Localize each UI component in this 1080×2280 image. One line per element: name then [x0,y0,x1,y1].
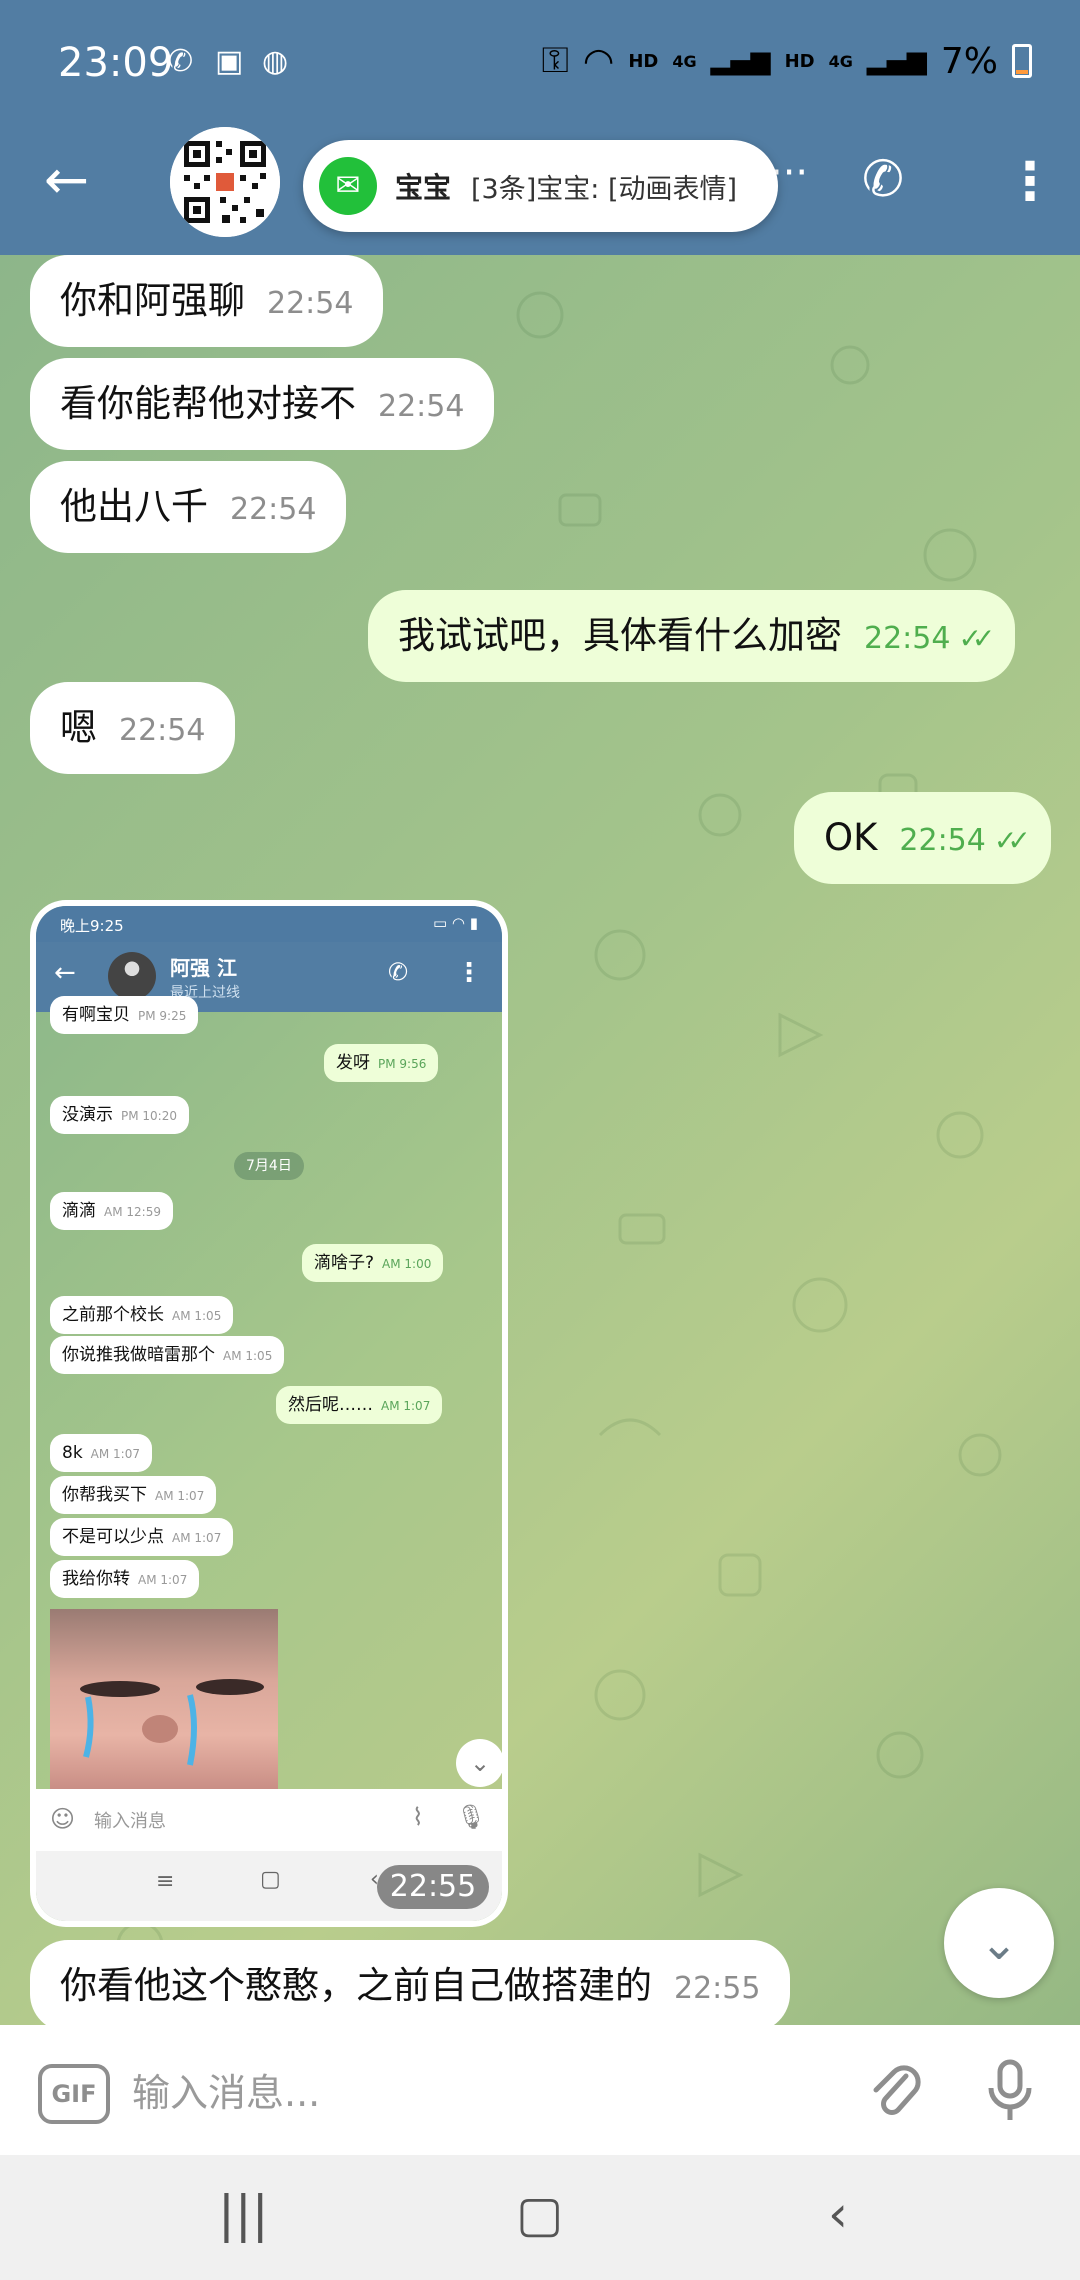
message-bubble[interactable]: 我试试吧，具体看什么加密 22:54 ✓✓ [368,590,1016,682]
battery-percent: 7% [940,40,998,82]
message-input[interactable]: 输入消息... [132,2062,320,2117]
chevron-down-icon: ⌄ [456,1739,502,1787]
hd-label-1: HD [628,50,659,72]
arrow-left-icon[interactable]: ← [44,150,104,210]
message-bubble[interactable]: 他出八千 22:54 [30,461,347,553]
microphone-icon[interactable] [985,2058,1035,2137]
notification-message: [3条]宝宝: [动画表情] [471,173,738,205]
screenshot-message: 滴啥子? AM 1:00 [302,1244,444,1282]
status-time: 23:09 [58,40,174,86]
screenshot-input-placeholder: 输入消息 [94,1811,166,1832]
message-bubble[interactable]: OK 22:54 ✓✓ [794,792,1051,884]
screenshot-image[interactable]: 晚上9:25 ▭ ◠ ▮ ← 阿强 江 最近上过线 ✆ ⋮ 有啊宝贝 PM 9:2… [36,906,502,1921]
notification-sender: 宝宝 [395,171,452,204]
message-time: 22:54 [378,389,465,424]
network-label-1: 4G [672,51,697,71]
phone-icon[interactable]: ✆ [862,150,904,208]
vpn-key-icon: ⚿ [541,40,569,81]
screenshot-message: 不是可以少点 AM 1:07 [50,1518,234,1556]
read-check-icon: ✓✓ [958,622,995,655]
wechat-notification-popup[interactable]: ✉ 宝宝 [3条]宝宝: [动画表情] [303,140,778,232]
screenshot-status-icons: ▭ ◠ ▮ [432,914,478,932]
message-text: 看你能帮他对接不 [60,382,356,425]
back-icon[interactable]: ‹ [828,2185,848,2243]
recent-apps-icon: ≡ [156,1869,175,1894]
screenshot-chat: 有啊宝贝 PM 9:25 发呀 PM 9:56 没演示 PM 10:20 7月4日 滴… [36,996,502,1789]
wechat-notification-icon: ✆ [168,44,194,79]
message-time: 22:54 [864,621,951,656]
network-label-2: 4G [828,51,853,71]
image-time: 22:55 [377,1865,489,1909]
recent-apps-icon[interactable]: ||| [218,2185,269,2243]
more-vertical-icon: ⋮ [456,958,482,988]
message-text: 他出八千 [60,485,208,528]
screenshot-photo [50,1609,278,1789]
screenshot-message: 之前那个校长 AM 1:05 [50,1296,234,1334]
hd-label-2: HD [784,50,815,72]
screenshot-message: 有啊宝贝 PM 9:25 [50,996,199,1034]
chevron-down-icon[interactable]: ⌄ [944,1888,1054,1998]
avatar[interactable] [170,127,280,237]
screenshot-message: 滴滴 AM 12:59 [50,1192,173,1230]
message-text: 你看他这个憨憨，之前自己做搭建的 [60,1964,652,2007]
message-bubble[interactable]: 你看他这个憨憨，之前自己做搭建的 22:55 [30,1940,791,2032]
message-bubble[interactable]: 嗯 22:54 [30,682,236,774]
screenshot-avatar [108,952,156,1000]
message-bubble[interactable]: 你和阿强聊 22:54 [30,255,384,347]
message-text: 嗯 [60,706,97,749]
screenshot-message: 我给你转 AM 1:07 [50,1560,200,1598]
arrow-left-icon: ← [54,958,76,988]
message-time: 22:54 [899,823,986,858]
home-icon[interactable]: ▢ [516,2185,563,2243]
message-time: 22:54 [267,286,354,321]
screenshot-message: 你说推我做暗雷那个 AM 1:05 [50,1336,285,1374]
paperclip-icon-svg [873,2065,921,2115]
message-text: 你和阿强聊 [60,279,245,322]
screenshot-message: 没演示 PM 10:20 [50,1096,189,1134]
microphone-icon-svg [988,2059,1032,2120]
read-check-icon: ✓✓ [993,824,1031,857]
screenshot-message: 8k AM 1:07 [50,1434,152,1472]
gallery-notification-icon: ▣ [215,44,244,79]
paperclip-icon: ⌇ [412,1803,424,1831]
wifi-icon: ◠ [582,40,615,82]
screenshot-message: 然后呢…… AM 1:07 [276,1386,443,1424]
message-text: 我试试吧，具体看什么加密 [398,614,842,657]
microphone-icon: 🎙 [456,1803,487,1831]
crying-face-image [80,1679,264,1766]
screenshot-status-time: 晚上9:25 [60,917,124,935]
status-right: ⚿ ◠ HD 4G ▂▄▆ HD 4G ▂▄▆ 7% [541,40,1032,82]
screenshot-status-bar: 晚上9:25 ▭ ◠ ▮ [36,906,502,942]
qr-code-icon [170,127,280,237]
signal-icon-2: ▂▄▆ [866,46,927,76]
message-text: OK [824,816,878,859]
signal-icon: ▂▄▆ [710,46,771,76]
sticker-icon: ☺ [50,1805,76,1833]
message-bubble[interactable]: 看你能帮他对接不 22:54 [30,358,495,450]
home-icon: ▢ [260,1867,281,1892]
paperclip-icon[interactable] [866,2058,922,2135]
wechat-logo-icon: ✉ [319,157,377,215]
screenshot-message: 发呀 PM 9:56 [324,1044,439,1082]
image-message[interactable]: 晚上9:25 ▭ ◠ ▮ ← 阿强 江 最近上过线 ✆ ⋮ 有啊宝贝 PM 9:2… [30,900,508,1927]
screenshot-message: 你帮我买下 AM 1:07 [50,1476,217,1514]
screenshot-date-divider: 7月4日 [234,1152,304,1180]
screenshot-input-bar: ☺ 输入消息 ⌇ 🎙 [36,1789,502,1851]
gif-button[interactable]: GIF [38,2064,110,2124]
battery-icon [1012,44,1032,78]
phone-icon: ✆ [388,958,409,986]
message-time: 22:55 [674,1971,761,2006]
message-time: 22:54 [119,713,206,748]
browser-notification-icon: ◍ [262,44,289,79]
screenshot-contact-name: 阿强 江 [170,956,237,980]
message-time: 22:54 [230,492,317,527]
more-vertical-icon[interactable]: ⋮ [1004,152,1056,212]
